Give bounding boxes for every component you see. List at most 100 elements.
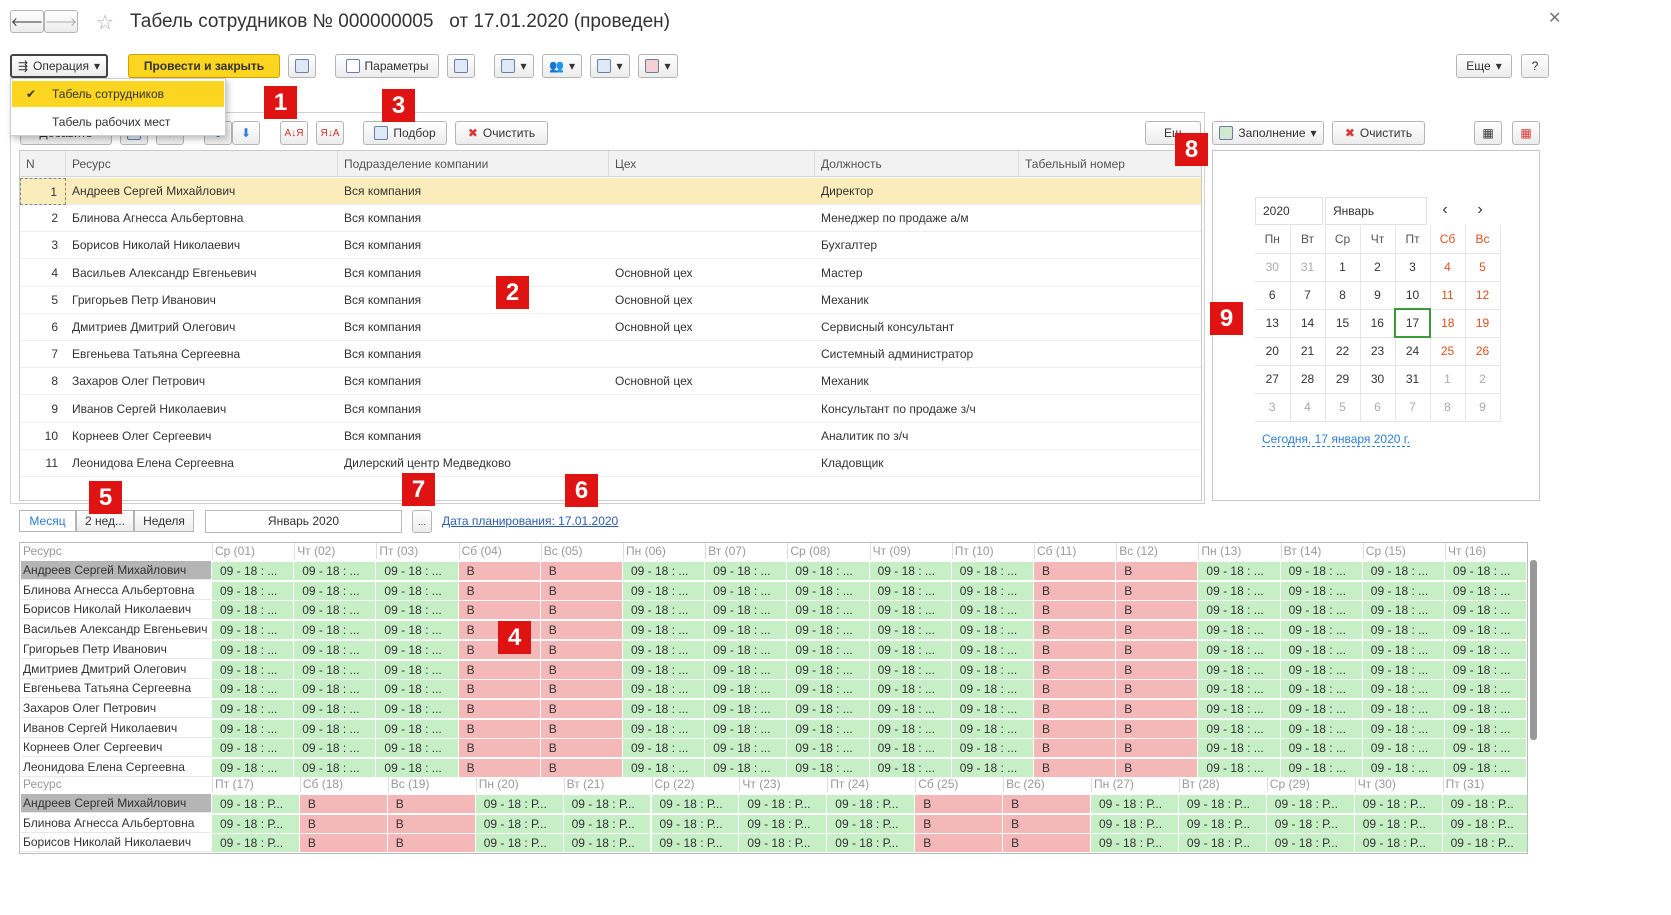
calendar-day[interactable]: 9: [1465, 393, 1501, 422]
schedule-cell[interactable]: 09 - 18 : ...: [705, 601, 788, 620]
schedule-cell[interactable]: 09 - 18 : ...: [376, 640, 459, 659]
calendar-day[interactable]: 28: [1290, 365, 1326, 394]
schedule-cell[interactable]: В: [1034, 680, 1117, 699]
schedule-cell[interactable]: 09 - 18 : ...: [294, 739, 377, 758]
schedule-cell[interactable]: В: [915, 814, 1004, 833]
schedule-cell[interactable]: В: [1034, 640, 1117, 659]
favorite-star-icon[interactable]: ☆: [96, 10, 114, 35]
schedule-cell[interactable]: В: [1116, 640, 1199, 659]
schedule-scrollbar[interactable]: [1530, 560, 1537, 740]
schedule-cell[interactable]: 09 - 18 : ...: [869, 759, 952, 777]
schedule-cell[interactable]: 09 - 18 : Р...: [475, 814, 564, 833]
table-row[interactable]: 1 Андреев Сергей Михайлович Вся компания Ди…: [20, 178, 1201, 205]
calendar-day[interactable]: 2: [1465, 365, 1501, 394]
schedule-cell[interactable]: 09 - 18 : ...: [705, 739, 788, 758]
schedule-cell[interactable]: 09 - 18 : ...: [1445, 640, 1527, 659]
schedule-cell[interactable]: 09 - 18 : ...: [623, 581, 706, 600]
schedule-cell[interactable]: 09 - 18 : ...: [1198, 660, 1281, 679]
schedule-cell[interactable]: 09 - 18 : ...: [869, 581, 952, 600]
schedule-cell[interactable]: В: [458, 680, 541, 699]
calendar-day[interactable]: 30: [1255, 253, 1291, 282]
schedule-cell[interactable]: 09 - 18 : ...: [787, 739, 870, 758]
schedule-cell[interactable]: 09 - 18 : ...: [787, 699, 870, 718]
schedule-cell[interactable]: В: [1034, 601, 1117, 620]
schedule-cell[interactable]: 09 - 18 : ...: [1362, 699, 1445, 718]
schedule-cell[interactable]: В: [1034, 699, 1117, 718]
schedule-cell[interactable]: 09 - 18 : ...: [212, 739, 295, 758]
menu-item-workplaces[interactable]: Табель рабочих мест: [12, 109, 224, 135]
schedule-cell[interactable]: 09 - 18 : ...: [1198, 680, 1281, 699]
schedule-cell[interactable]: 09 - 18 : ...: [623, 759, 706, 777]
schedule-cell[interactable]: 09 - 18 : ...: [1445, 621, 1527, 640]
schedule-cell[interactable]: В: [540, 759, 623, 777]
calendar-day[interactable]: 17: [1394, 308, 1431, 338]
schedule-cell[interactable]: 09 - 18 : ...: [787, 680, 870, 699]
schedule-cell[interactable]: 09 - 18 : ...: [376, 562, 459, 580]
schedule-cell[interactable]: В: [540, 719, 623, 738]
calendar-day[interactable]: 11: [1430, 281, 1466, 310]
schedule-cell[interactable]: 09 - 18 : Р...: [739, 834, 828, 853]
calendar-day[interactable]: 6: [1255, 281, 1291, 310]
calendar-day[interactable]: 5: [1325, 393, 1361, 422]
schedule-cell[interactable]: 09 - 18 : ...: [951, 562, 1034, 580]
schedule-cell[interactable]: 09 - 18 : ...: [294, 601, 377, 620]
schedule-cell[interactable]: 09 - 18 : ...: [1198, 699, 1281, 718]
schedule-cell[interactable]: 09 - 18 : ...: [1198, 640, 1281, 659]
schedule-cell[interactable]: 09 - 18 : Р...: [651, 795, 740, 813]
calendar-button[interactable]: ▦: [1474, 121, 1502, 145]
schedule-cell[interactable]: 09 - 18 : ...: [951, 759, 1034, 777]
schedule-cell[interactable]: В: [1116, 699, 1199, 718]
schedule-cell[interactable]: В: [540, 601, 623, 620]
schedule-cell[interactable]: 09 - 18 : Р...: [1091, 795, 1179, 813]
params-button[interactable]: Параметры: [335, 54, 439, 78]
calendar-day[interactable]: 5: [1465, 253, 1501, 282]
table-row[interactable]: 5 Григорьев Петр Иванович Вся компания Осно…: [20, 287, 1201, 314]
schedule-cell[interactable]: 09 - 18 : Р...: [651, 834, 740, 853]
schedule-cell[interactable]: 09 - 18 : ...: [212, 719, 295, 738]
schedule-cell[interactable]: В: [299, 814, 388, 833]
schedule-cell[interactable]: В: [458, 699, 541, 718]
schedule-cell[interactable]: В: [458, 719, 541, 738]
schedule-cell[interactable]: 09 - 18 : ...: [294, 621, 377, 640]
schedule-cell[interactable]: 09 - 18 : ...: [869, 739, 952, 758]
schedule-cell[interactable]: 09 - 18 : Р...: [827, 795, 916, 813]
schedule-cell[interactable]: 09 - 18 : ...: [294, 640, 377, 659]
schedule-cell[interactable]: В: [387, 834, 476, 853]
schedule-cell[interactable]: 09 - 18 : ...: [1362, 719, 1445, 738]
schedule-cell[interactable]: 09 - 18 : ...: [1198, 621, 1281, 640]
schedule-cell[interactable]: В: [1034, 621, 1117, 640]
schedule-cell[interactable]: 09 - 18 : Р...: [1354, 795, 1443, 813]
calendar-day[interactable]: 30: [1360, 365, 1396, 394]
schedule-cell[interactable]: 09 - 18 : ...: [376, 739, 459, 758]
calendar-prev-button[interactable]: ‹: [1428, 197, 1462, 225]
schedule-cell[interactable]: 09 - 18 : ...: [705, 660, 788, 679]
help-button[interactable]: ?: [1521, 54, 1549, 78]
create-based-button[interactable]: ▾: [494, 54, 534, 78]
schedule-cell[interactable]: 09 - 18 : ...: [1280, 562, 1363, 580]
schedule-cell[interactable]: 09 - 18 : ...: [951, 739, 1034, 758]
schedule-cell[interactable]: В: [540, 680, 623, 699]
back-button[interactable]: 🡐: [10, 10, 44, 33]
schedule-cell[interactable]: В: [1034, 562, 1117, 580]
schedule-cell[interactable]: 09 - 18 : ...: [1280, 699, 1363, 718]
schedule-cell[interactable]: 09 - 18 : ...: [1198, 719, 1281, 738]
schedule-cell[interactable]: 09 - 18 : ...: [787, 640, 870, 659]
schedule-cell[interactable]: 09 - 18 : ...: [1362, 621, 1445, 640]
schedule-cell[interactable]: 09 - 18 : ...: [212, 621, 295, 640]
schedule-cell[interactable]: В: [1116, 562, 1199, 580]
sort-desc-button[interactable]: Я↓А: [316, 121, 344, 145]
schedule-cell[interactable]: 09 - 18 : ...: [705, 621, 788, 640]
calendar-day[interactable]: 27: [1255, 365, 1291, 394]
schedule-cell[interactable]: В: [458, 601, 541, 620]
calendar-day[interactable]: 2: [1360, 253, 1396, 282]
delete-calendar-button[interactable]: ▦: [1512, 121, 1540, 145]
schedule-cell[interactable]: 09 - 18 : ...: [951, 621, 1034, 640]
schedule-cell[interactable]: 09 - 18 : Р...: [475, 795, 564, 813]
schedule-cell[interactable]: 09 - 18 : ...: [294, 719, 377, 738]
schedule-cell[interactable]: 09 - 18 : ...: [212, 759, 295, 777]
schedule-cell[interactable]: 09 - 18 : Р...: [1354, 834, 1443, 853]
schedule-cell[interactable]: 09 - 18 : ...: [1445, 759, 1527, 777]
schedule-cell[interactable]: 09 - 18 : ...: [294, 562, 377, 580]
col-shop[interactable]: Цех: [609, 151, 815, 177]
schedule-cell[interactable]: 09 - 18 : ...: [869, 621, 952, 640]
